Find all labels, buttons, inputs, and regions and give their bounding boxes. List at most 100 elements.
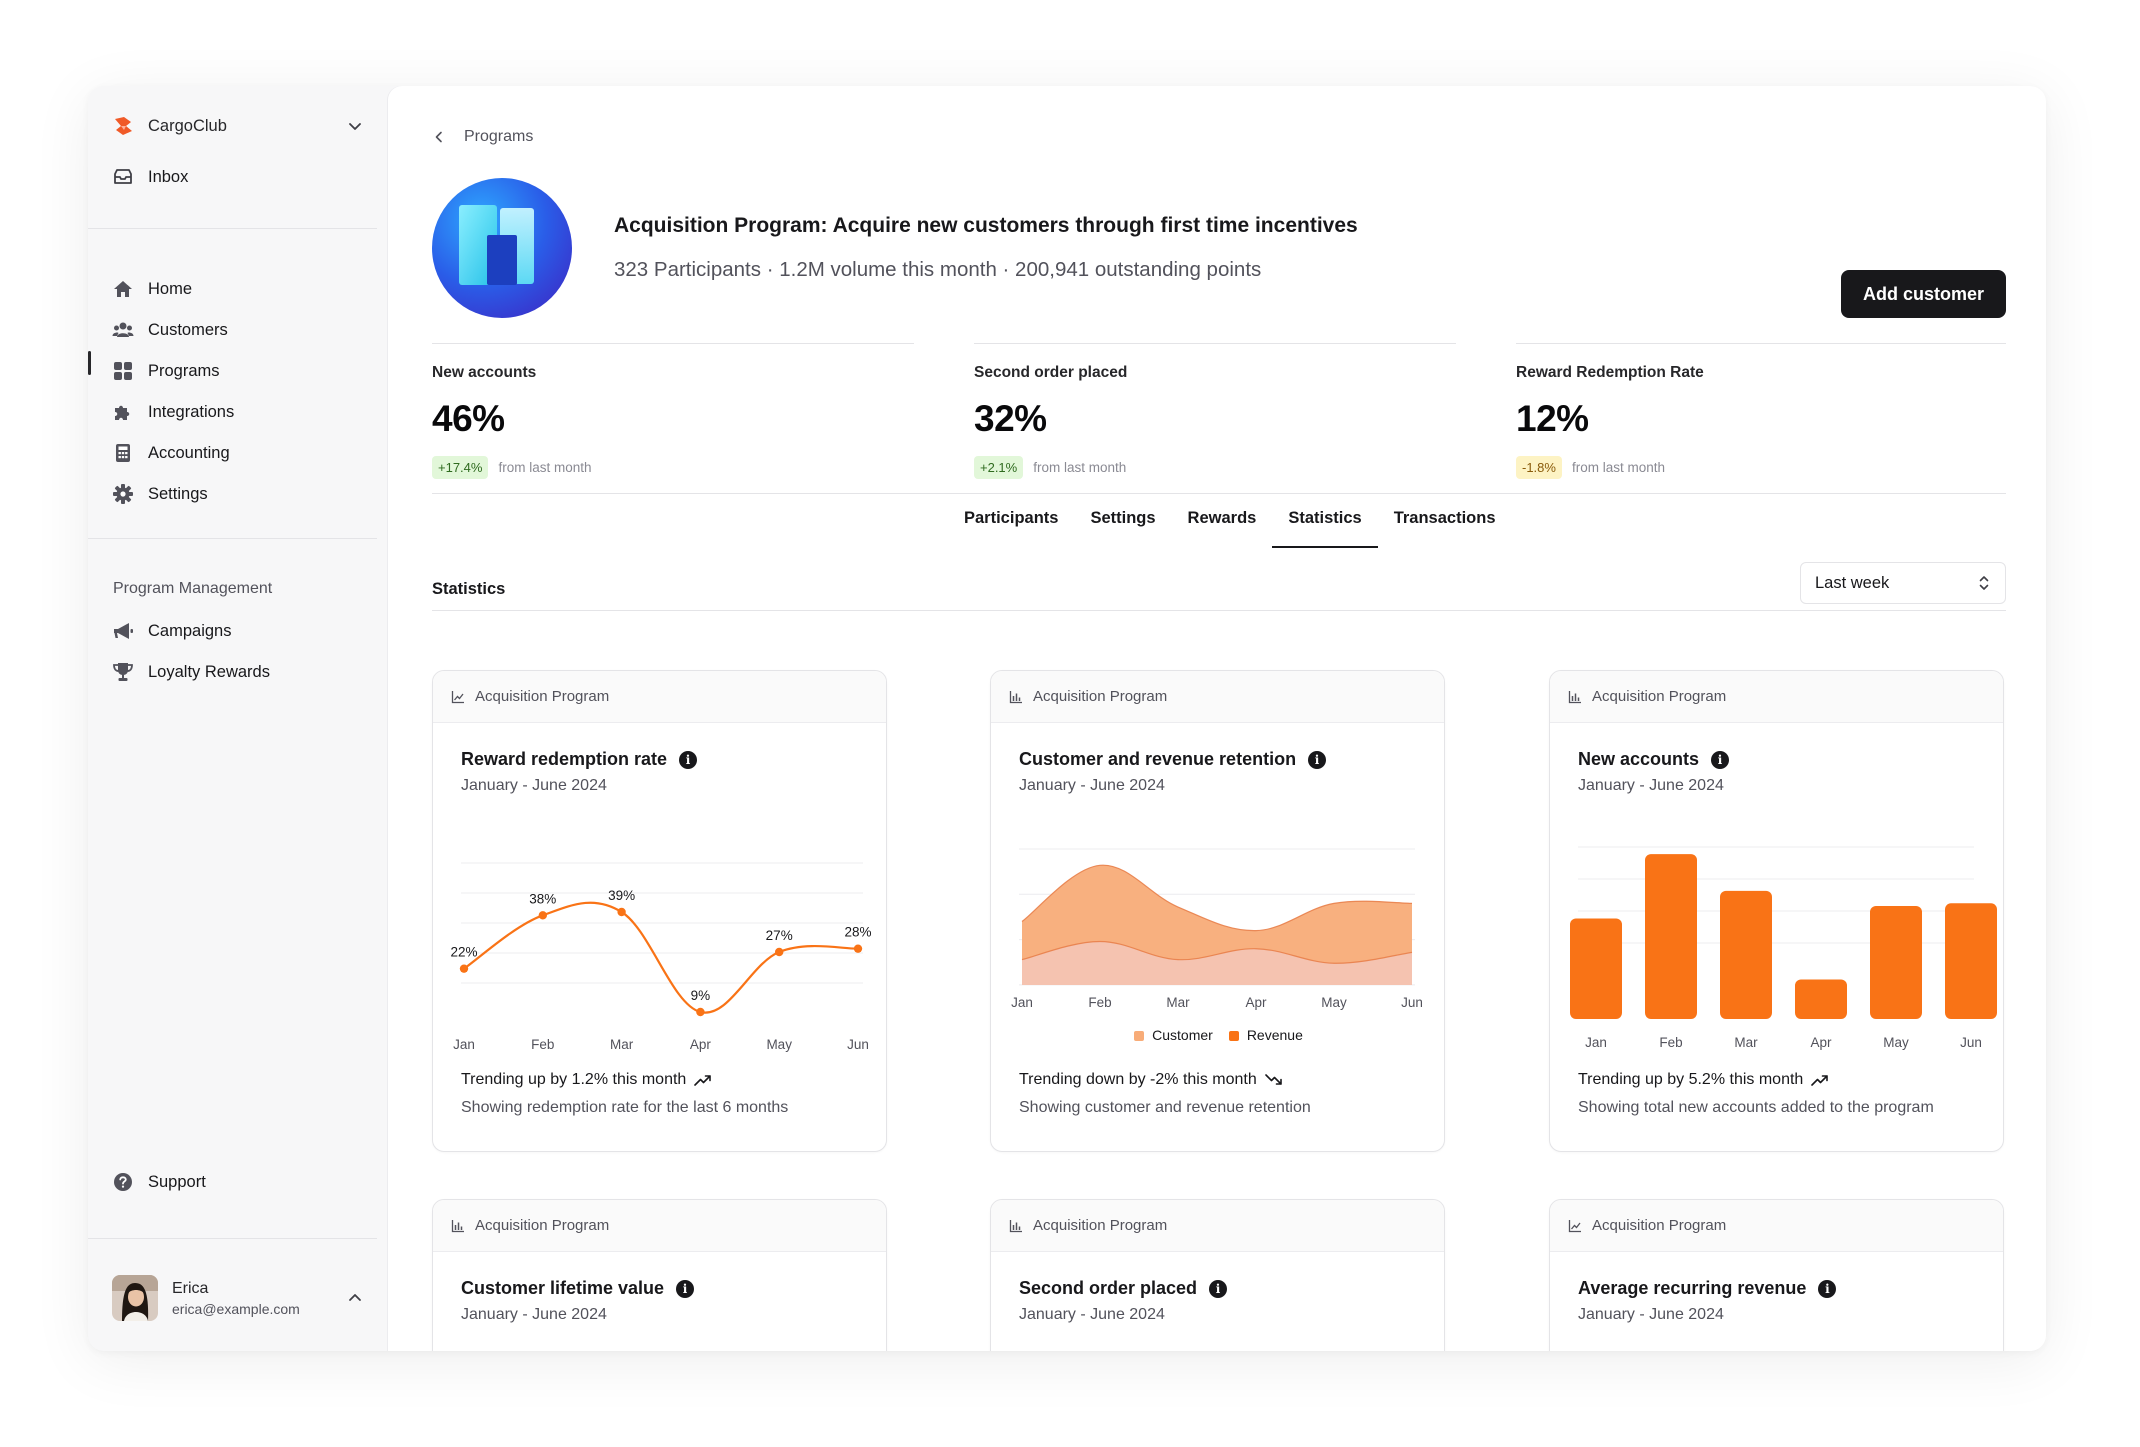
- line-chart-icon: [451, 690, 464, 703]
- x-tick-label: Jan: [1011, 995, 1033, 1010]
- chevron-updown-icon: [1979, 576, 1989, 590]
- sidebar-item-accounting[interactable]: Accounting: [112, 433, 364, 473]
- info-icon[interactable]: i: [679, 750, 698, 769]
- kpi-label: Reward Redemption Rate: [1516, 364, 1704, 381]
- tab-rewards[interactable]: Rewards: [1172, 506, 1273, 546]
- card-header: Acquisition Program: [1550, 1200, 2003, 1252]
- sidebar-item-home[interactable]: Home: [112, 269, 364, 309]
- card-title-text: New accounts: [1578, 749, 1700, 769]
- area-chart: Jan Feb Mar Apr May Jun: [1011, 848, 1423, 1010]
- bar: [1570, 918, 1622, 1019]
- sidebar-item-loyalty-rewards[interactable]: Loyalty Rewards: [112, 652, 364, 692]
- data-point: [775, 947, 784, 957]
- megaphone-icon: [112, 620, 134, 642]
- data-label: 22%: [450, 945, 477, 960]
- card-header: Acquisition Program: [433, 671, 886, 723]
- home-icon: [112, 278, 134, 300]
- sidebar-item-customers[interactable]: Customers: [112, 310, 364, 350]
- user-menu[interactable]: Erica erica@example.com: [112, 1274, 364, 1322]
- program-title: Acquisition Program: Acquire new custome…: [614, 214, 1358, 237]
- x-tick-label: Apr: [1245, 995, 1267, 1010]
- trending-up-icon: [1811, 1075, 1829, 1086]
- grid-icon: [112, 360, 134, 382]
- x-tick-label: Feb: [1088, 995, 1111, 1010]
- sidebar-item-label: Loyalty Rewards: [148, 662, 270, 681]
- x-tick-label: Mar: [1734, 1035, 1758, 1050]
- section-label: Program Management: [113, 580, 273, 597]
- add-customer-button[interactable]: Add customer: [1841, 270, 2006, 318]
- info-icon[interactable]: i: [676, 1279, 695, 1298]
- chevron-down-icon: [349, 123, 361, 130]
- card-trend: Trending down by -2% this month: [1019, 1071, 1283, 1089]
- divider: [432, 610, 2006, 611]
- kpi-label: New accounts: [432, 364, 537, 381]
- x-tick-label: Apr: [1810, 1035, 1832, 1050]
- info-icon[interactable]: i: [1818, 1279, 1837, 1298]
- divider: [88, 538, 377, 539]
- chart-card-recurring-revenue: Acquisition Program Average recurring re…: [1549, 1199, 2004, 1351]
- sidebar-item-settings[interactable]: Settings: [112, 474, 364, 514]
- data-label: 9%: [691, 988, 711, 1003]
- breadcrumb-back[interactable]: Programs: [432, 128, 533, 146]
- delta-badge: +17.4%: [432, 456, 489, 479]
- tab-settings[interactable]: Settings: [1074, 506, 1171, 546]
- x-tick-label: Jun: [1401, 995, 1423, 1010]
- app-window: CargoClub Inbox Home Customers Programs …: [88, 86, 2046, 1351]
- x-tick-label: Jan: [453, 1037, 475, 1052]
- trophy-icon: [112, 661, 134, 683]
- kpi-redemption-rate: Reward Redemption Rate 12% -1.8% from la…: [1516, 343, 2006, 493]
- info-icon[interactable]: i: [1308, 750, 1327, 769]
- tab-participants[interactable]: Participants: [948, 506, 1074, 546]
- sidebar-item-support[interactable]: Support: [112, 1162, 364, 1202]
- card-trend: Trending up by 5.2% this month: [1578, 1071, 1829, 1089]
- info-icon[interactable]: i: [1711, 750, 1730, 769]
- workspace-switcher[interactable]: CargoClub: [112, 102, 364, 150]
- tab-statistics[interactable]: Statistics: [1272, 506, 1379, 548]
- card-title: New accounts i: [1578, 749, 1730, 770]
- date-range-select[interactable]: Last week: [1800, 562, 2006, 604]
- sidebar-item-integrations[interactable]: Integrations: [112, 392, 364, 432]
- line-chart-icon: [1568, 1219, 1581, 1232]
- bar-chart-icon: [1568, 690, 1581, 703]
- main-content: Programs Acquisition Program: Acquire ne…: [388, 86, 2046, 1351]
- user-email: erica@example.com: [172, 1300, 300, 1317]
- divider: [88, 228, 377, 229]
- kpi-new-accounts: New accounts 46% +17.4% from last month: [432, 343, 914, 493]
- trending-down-icon: [1264, 1074, 1282, 1085]
- avatar: [112, 1275, 158, 1321]
- bar: [1945, 903, 1997, 1019]
- card-title: Reward redemption rate i: [461, 749, 698, 770]
- card-program: Acquisition Program: [1592, 1217, 1727, 1234]
- trend-text: Trending up by 5.2% this month: [1578, 1071, 1804, 1088]
- card-title: Customer lifetime value i: [461, 1278, 695, 1299]
- chevron-left-icon: [435, 131, 442, 143]
- sidebar-item-campaigns[interactable]: Campaigns: [112, 611, 364, 651]
- kpi-second-order: Second order placed 32% +2.1% from last …: [974, 343, 1456, 493]
- x-tick-label: Jun: [847, 1037, 869, 1052]
- data-label: 27%: [766, 928, 793, 943]
- info-icon[interactable]: i: [1209, 1279, 1228, 1298]
- data-label: 38%: [529, 891, 556, 906]
- section-title: Statistics: [432, 580, 506, 598]
- inbox-icon: [112, 166, 134, 188]
- bar-chart-icon: [1009, 1219, 1022, 1232]
- trend-text: Trending down by -2% this month: [1019, 1071, 1257, 1088]
- x-tick-label: Jan: [1585, 1035, 1607, 1050]
- sidebar-item-inbox[interactable]: Inbox: [112, 157, 364, 197]
- x-tick-label: May: [1321, 995, 1347, 1010]
- bar: [1645, 854, 1697, 1019]
- card-period: January - June 2024: [1578, 1306, 1724, 1323]
- breadcrumb-label: Programs: [464, 128, 534, 145]
- delta-badge: +2.1%: [974, 456, 1024, 479]
- x-tick-label: Mar: [1166, 995, 1190, 1010]
- sidebar-item-programs[interactable]: Programs: [112, 351, 364, 391]
- delta-caption: from last month: [1571, 460, 1665, 475]
- program-logo-icon: [432, 178, 572, 318]
- card-title-text: Second order placed: [1019, 1278, 1198, 1298]
- card-period: January - June 2024: [1019, 777, 1165, 794]
- tab-transactions[interactable]: Transactions: [1378, 506, 1512, 546]
- cargoclub-logo: [115, 117, 132, 135]
- card-header: Acquisition Program: [991, 1200, 1444, 1252]
- delta-caption: from last month: [498, 460, 592, 475]
- help-circle-icon: [112, 1171, 134, 1193]
